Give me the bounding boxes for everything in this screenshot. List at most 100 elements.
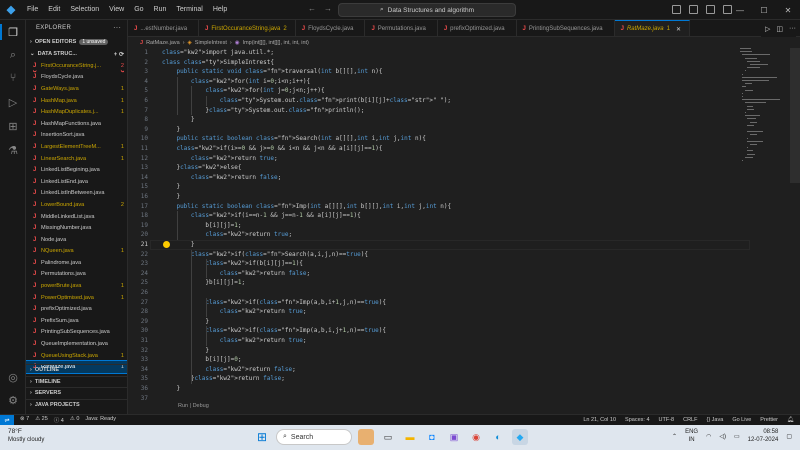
file-item[interactable]: J HashMap.java 1	[26, 95, 127, 107]
status-go-live[interactable]: Go Live	[732, 417, 751, 423]
file-item[interactable]: J MissingNumber.java	[26, 222, 127, 234]
forward-arrow-icon[interactable]: →	[324, 4, 332, 13]
menu-view[interactable]: View	[104, 6, 129, 13]
status-java[interactable]: Java: Ready	[85, 416, 116, 424]
status-indentation[interactable]: Spaces: 4	[625, 417, 649, 423]
explorer-files-icon[interactable]: ❐	[0, 24, 21, 40]
source-control-icon[interactable]: ⑂	[5, 70, 21, 86]
code-line[interactable]: class="kw2">return true;	[162, 154, 278, 164]
file-item[interactable]: J LinearSearch.java 1	[26, 153, 127, 165]
command-center-search[interactable]: ⌕ Data Structures and algorithm	[338, 3, 516, 17]
file-item[interactable]: J NQueen.java 1	[26, 246, 127, 258]
code-line[interactable]: public static void class="fn">traversal(…	[162, 67, 382, 77]
menu-help[interactable]: Help	[208, 6, 232, 13]
file-item[interactable]: JprefixOptimized.java	[26, 303, 127, 315]
code-line[interactable]: class="kw2">return false;	[162, 269, 310, 279]
code-line[interactable]: }	[162, 384, 180, 394]
store-icon[interactable]: ◘	[424, 429, 440, 445]
code-editor[interactable]: 1 class="kw2">import java.util.*; 2 class c…	[128, 48, 788, 414]
status-errors[interactable]: ⊗ 7	[20, 416, 29, 424]
code-line[interactable]: class="kw2">if(i==n-1 && j==n-1 && a[i][…	[162, 211, 361, 221]
code-line[interactable]: }	[162, 346, 209, 356]
code-line[interactable]: }class="kw2">else{	[162, 163, 241, 173]
file-item[interactable]: J Permutations.java	[26, 269, 127, 281]
code-line[interactable]: class="kw2">if(class="fn">Search(a,i,j,n…	[162, 250, 368, 260]
run-icon[interactable]: ▷	[765, 25, 770, 33]
run-debug-icon[interactable]: ▷	[5, 94, 21, 110]
taskbar-search[interactable]: ⌕ Search	[276, 429, 352, 445]
status-eol[interactable]: CRLF	[683, 417, 697, 423]
file-item[interactable]: J HashMapDuplicates.j... 1	[26, 106, 127, 118]
status-ports[interactable]: ⚠ 0	[70, 416, 80, 424]
outline-section[interactable]: › OUTLINE	[26, 364, 127, 376]
file-item[interactable]: J PrintingSubSequences.java	[26, 327, 127, 339]
code-line[interactable]: }	[162, 317, 209, 327]
file-item[interactable]: J PrefixSum.java	[26, 315, 127, 327]
code-line[interactable]: class="kw2">if(class="fn">Imp(a,b,i+1,j,…	[162, 298, 386, 308]
code-line[interactable]: }	[162, 182, 180, 192]
editor-tab[interactable]: J FloydsCycle.java	[296, 20, 366, 36]
editor-tab[interactable]: J ...estNumber.java	[128, 20, 200, 36]
code-line[interactable]: class="kw2">return false;	[162, 365, 295, 375]
code-line[interactable]: }class="kw2">return false;	[162, 374, 285, 384]
code-line[interactable]: }class="ty">System.out.class="fn">printl…	[162, 106, 364, 116]
code-line[interactable]: class class="ty">SimpleIntrest{	[162, 58, 274, 68]
status-prettier[interactable]: Prettier	[760, 417, 778, 423]
menu-selection[interactable]: Selection	[65, 6, 104, 13]
file-item[interactable]: J InsertionSort.java	[26, 130, 127, 142]
minimize-icon[interactable]: —	[728, 6, 752, 15]
file-item[interactable]: J QueueUsingStack.java 1	[26, 350, 127, 362]
code-line[interactable]: }	[162, 240, 195, 250]
more-editor-actions-icon[interactable]: ···	[789, 25, 796, 32]
servers-section[interactable]: › SERVERS	[26, 387, 127, 399]
code-line[interactable]: class="kw2">import java.util.*;	[162, 48, 274, 58]
timeline-section[interactable]: › TIMELINE	[26, 375, 127, 388]
minimap[interactable]	[740, 48, 790, 188]
code-line[interactable]: class="kw2">if(b[i][j]==1){	[162, 259, 303, 269]
toggle-sidebar-icon[interactable]	[672, 5, 681, 14]
code-line[interactable]: class="kw2">if(i>=0 && j>=0 && i<n && j<…	[162, 144, 382, 154]
code-line[interactable]: public static boolean class="fn">Search(…	[162, 134, 425, 144]
code-line[interactable]: b[i][j]=0;	[162, 355, 241, 365]
file-item[interactable]: J LinkedListInBetween.java	[26, 188, 127, 200]
menu-terminal[interactable]: Terminal	[171, 6, 207, 13]
status-cursor-position[interactable]: Ln 21, Col 10	[583, 417, 616, 423]
status-info[interactable]: ⓘ 4	[54, 416, 64, 424]
code-line[interactable]: }	[162, 115, 195, 125]
file-item[interactable]: J GateWays.java 1	[26, 83, 127, 95]
weather-widget[interactable]: 78°F Mostly cloudy	[8, 428, 44, 444]
file-item[interactable]: J LargestElementTreeM... 1	[26, 141, 127, 153]
toggle-secondary-sidebar-icon[interactable]	[706, 5, 715, 14]
status-encoding[interactable]: UTF-8	[659, 417, 675, 423]
more-actions-icon[interactable]: ···	[113, 23, 121, 32]
editor-scrollbar[interactable]	[790, 48, 800, 183]
bell-icon[interactable]: 🔔︎	[787, 417, 794, 423]
account-icon[interactable]: ◎	[5, 369, 21, 385]
folder-actions-icon[interactable]: + ⟳	[114, 51, 127, 58]
menu-file[interactable]: File	[22, 6, 43, 13]
testing-flask-icon[interactable]: ⚗	[5, 142, 21, 158]
search-view-icon[interactable]: ⌕	[5, 47, 21, 63]
file-item[interactable]: J FloydsCycle.java	[26, 72, 127, 84]
file-item[interactable]: J LowerBound.java 2	[26, 199, 127, 211]
widget-image-icon[interactable]	[358, 429, 374, 445]
notification-icon[interactable]: ▢	[786, 433, 792, 440]
maximize-icon[interactable]: ☐	[752, 6, 776, 15]
file-item[interactable]: J QueueImplementation.java	[26, 338, 127, 350]
toggle-panel-icon[interactable]	[689, 5, 698, 14]
open-editors-section[interactable]: › OPEN EDITORS 1 unsaved	[26, 36, 127, 48]
menu-go[interactable]: Go	[129, 6, 148, 13]
editor-tab[interactable]: J Permutations.java	[365, 20, 438, 36]
breadcrumb-file[interactable]: RatMaze.java	[146, 40, 180, 46]
file-item[interactable]: J HashMapFunctions.java	[26, 118, 127, 130]
windows-start-icon[interactable]: ⊞	[254, 429, 270, 445]
file-explorer-icon[interactable]: ▬	[402, 429, 418, 445]
folder-section[interactable]: ⌄ DATA STRUC... + ⟳	[26, 48, 127, 60]
file-item[interactable]: JpowerBrute.java 1	[26, 280, 127, 292]
code-line[interactable]: class="kw2">for(int j=0;j<n;j++){	[162, 86, 324, 96]
run-debug-codelens[interactable]: Run | Debug	[178, 403, 209, 409]
vscode-taskbar-icon[interactable]: ◆	[512, 429, 528, 445]
file-item[interactable]: J LinkedListBegining.java	[26, 164, 127, 176]
wifi-icon[interactable]: ◠	[706, 433, 711, 440]
teams-icon[interactable]: ▣	[446, 429, 462, 445]
